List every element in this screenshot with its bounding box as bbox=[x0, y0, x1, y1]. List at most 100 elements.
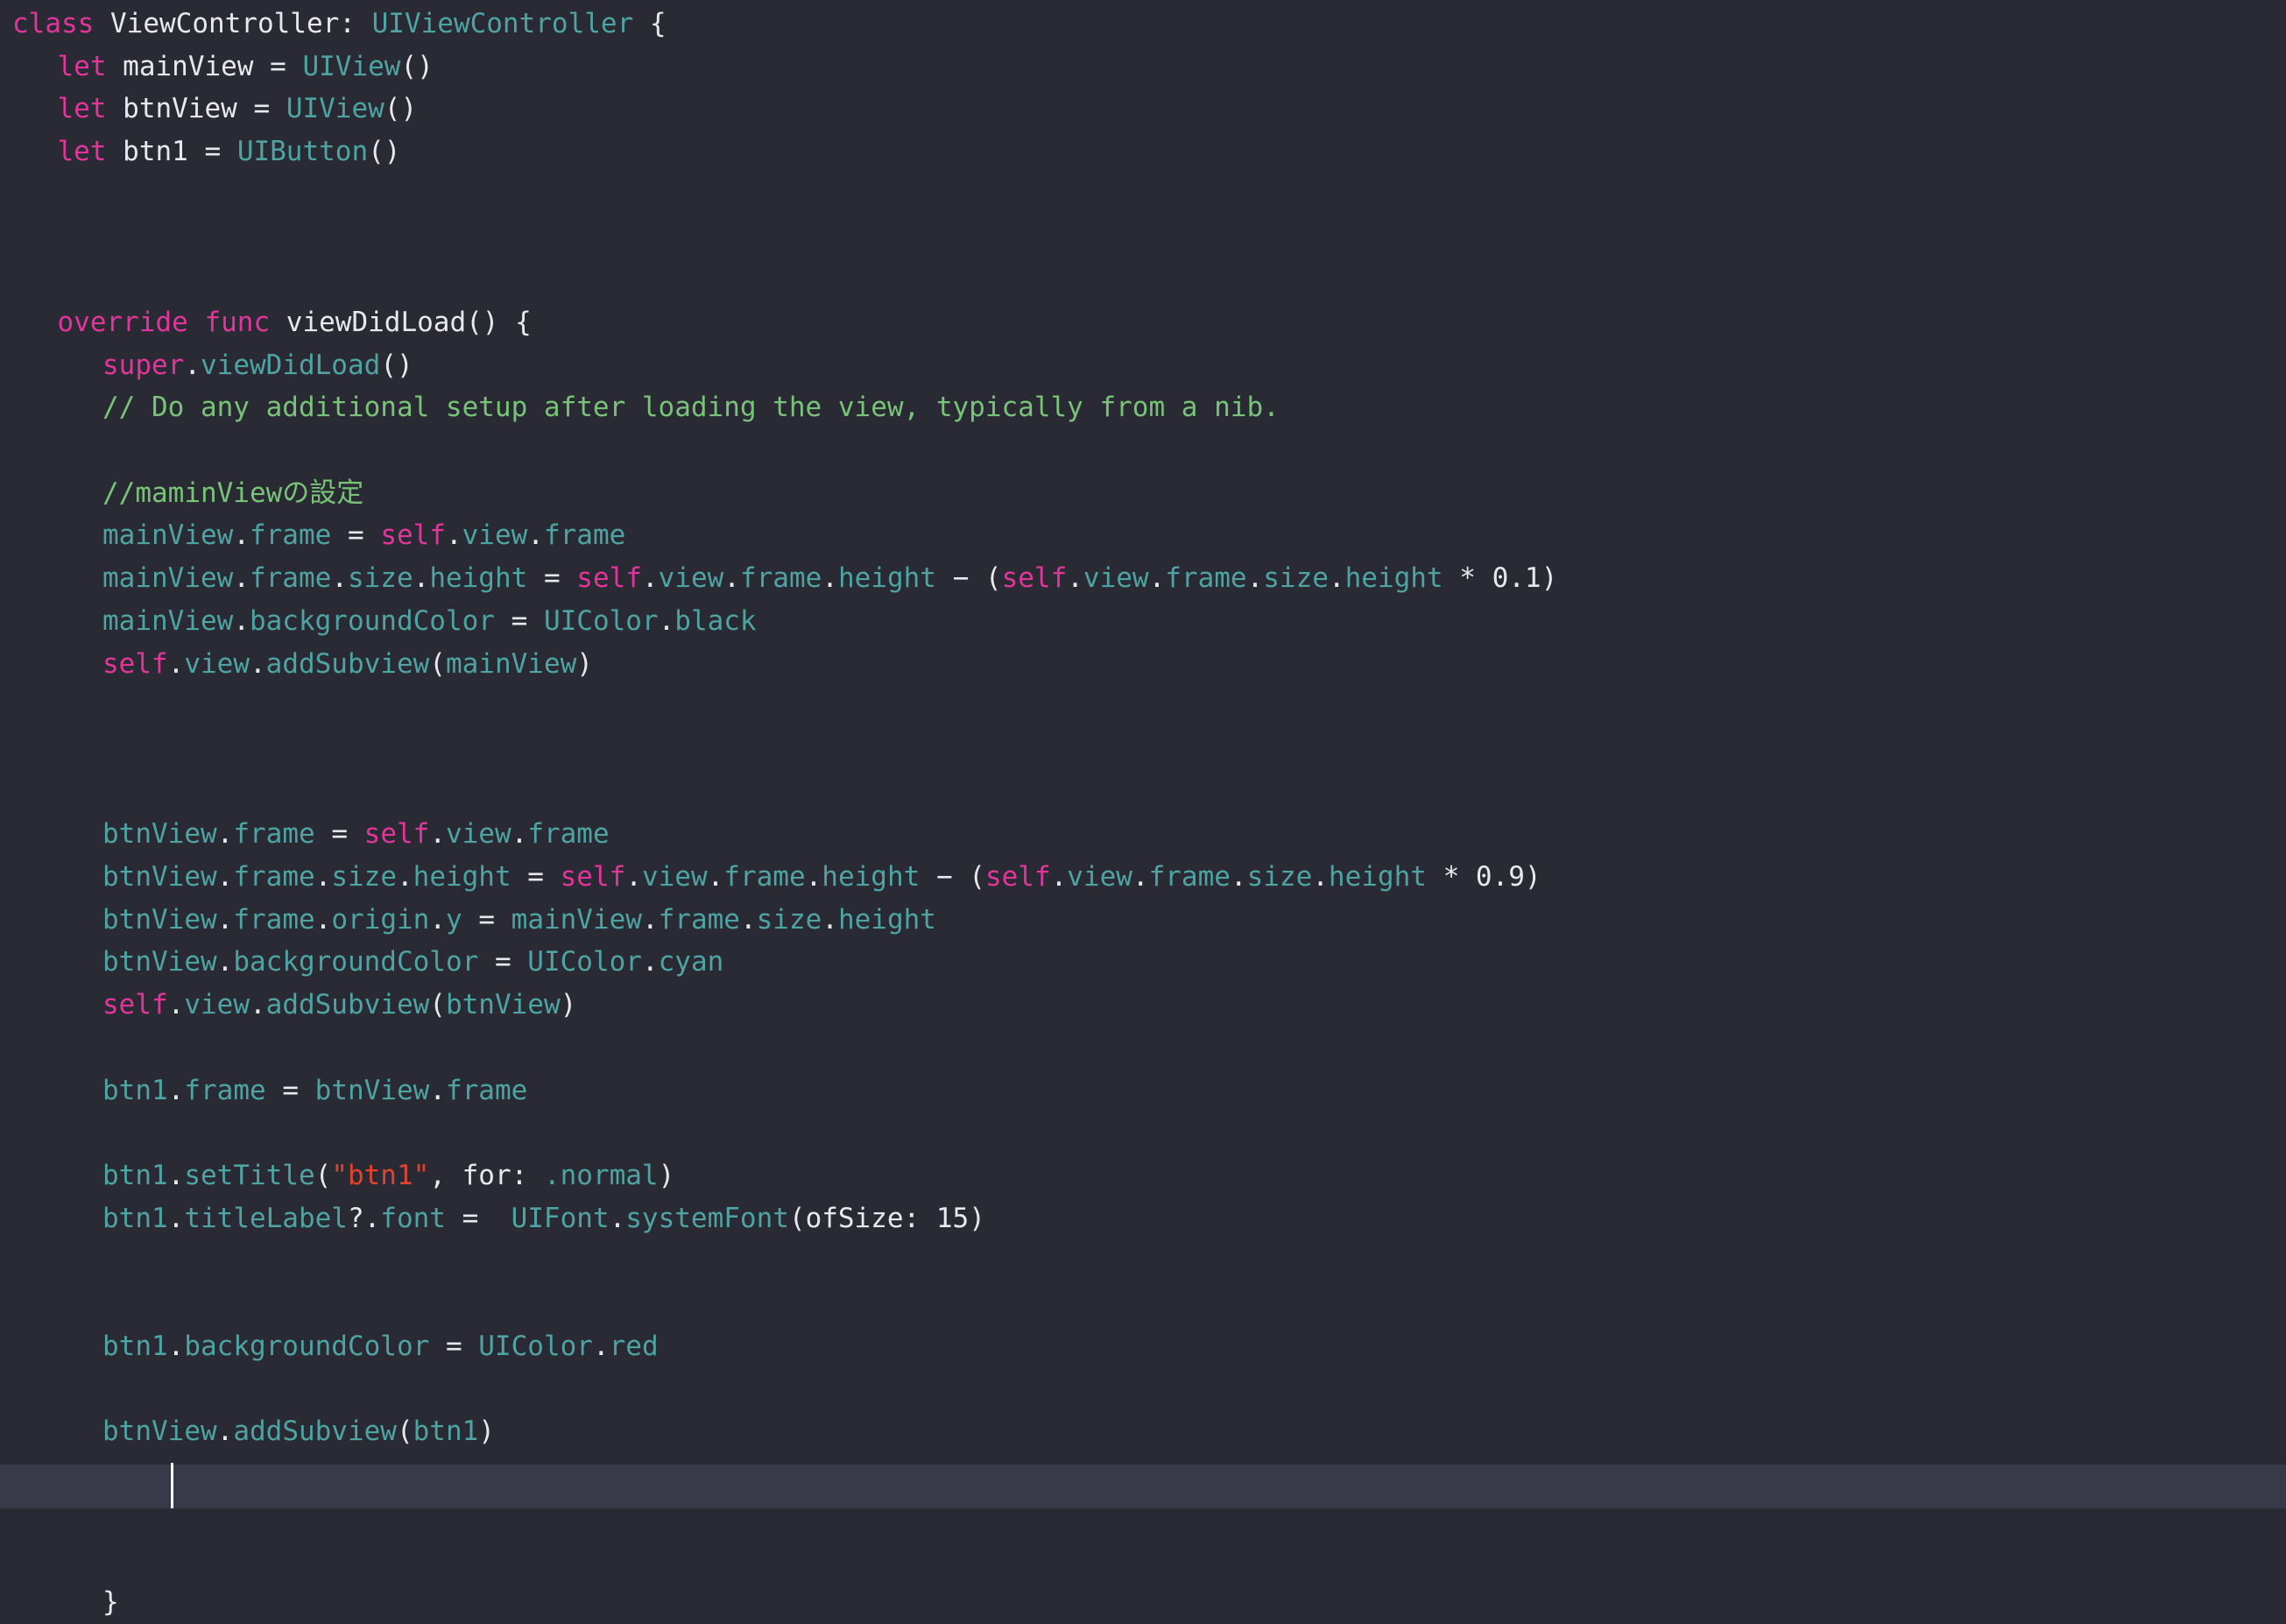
code-token-plain: . bbox=[167, 1159, 185, 1191]
code-token-plain: − ( bbox=[920, 861, 985, 893]
code-token-plain: = bbox=[204, 136, 237, 168]
code-token-ident: frame bbox=[184, 1074, 266, 1106]
code-token-ident: view bbox=[184, 647, 250, 680]
code-token-ident: btn1 bbox=[413, 1416, 479, 1448]
code-token-kw: super bbox=[102, 349, 185, 381]
code-token-ident: btnView bbox=[102, 1416, 217, 1448]
code-token-plain: . bbox=[249, 989, 266, 1021]
code-token-plain: viewDidLoad() { bbox=[270, 306, 532, 338]
code-token-plain: . bbox=[167, 647, 185, 680]
code-text-layer[interactable]: class ViewController: UIViewController {… bbox=[0, 0, 2286, 1618]
code-token-plain: . bbox=[511, 818, 528, 851]
code-line[interactable]: btn1.setTitle("btn1", for: .normal) bbox=[102, 1154, 674, 1197]
code-token-plain: = bbox=[314, 818, 364, 851]
code-token-ident: view bbox=[462, 519, 528, 552]
code-token-plain: . bbox=[1246, 562, 1264, 595]
code-token-ident: height bbox=[1328, 861, 1427, 893]
code-line[interactable]: mainView.backgroundColor = UIColor.black bbox=[102, 600, 757, 643]
code-token-plain: } bbox=[102, 1585, 119, 1618]
code-line[interactable]: btn1.frame = btnView.frame bbox=[102, 1070, 527, 1112]
code-token-plain: . bbox=[184, 349, 201, 381]
code-token-num: 0.1 bbox=[1492, 562, 1542, 595]
code-token-plain: = bbox=[265, 1074, 315, 1106]
code-line[interactable]: override func viewDidLoad() { bbox=[58, 301, 532, 344]
code-token-plain: . bbox=[822, 903, 838, 936]
code-line[interactable]: btnView.frame = self.view.frame bbox=[102, 813, 610, 856]
code-token-plain: () bbox=[380, 349, 413, 381]
code-token-plain: . bbox=[314, 903, 332, 936]
code-token-ident: size bbox=[1246, 861, 1313, 893]
code-token-ident: backgroundColor bbox=[233, 946, 479, 978]
code-token-plain: . bbox=[641, 946, 659, 978]
code-editor[interactable]: class ViewController: UIViewController {… bbox=[0, 0, 2286, 1618]
code-line[interactable]: btnView.frame.origin.y = mainView.frame.… bbox=[102, 899, 936, 942]
code-line[interactable]: mainView.frame.size.height = self.view.f… bbox=[102, 557, 1557, 600]
code-token-kw: class bbox=[12, 8, 95, 39]
code-token-plain: = bbox=[478, 946, 528, 978]
code-line[interactable]: class ViewController: UIViewController { bbox=[12, 3, 667, 46]
code-line[interactable]: let btn1 = UIButton() bbox=[58, 131, 401, 173]
code-token-plain: . bbox=[249, 647, 266, 680]
code-token-ident: frame bbox=[527, 818, 610, 851]
code-token-plain: () bbox=[400, 50, 434, 82]
code-line[interactable]: super.viewDidLoad() bbox=[102, 344, 413, 387]
code-token-plain: ) bbox=[478, 1416, 495, 1448]
code-token-ident: btn1 bbox=[102, 1330, 168, 1362]
code-token-plain: . bbox=[216, 946, 234, 978]
code-token-plain: . bbox=[1312, 861, 1329, 893]
code-token-plain: * bbox=[1426, 861, 1476, 893]
code-token-plain: . bbox=[658, 604, 675, 637]
code-line[interactable]: let btnView = UIView() bbox=[58, 88, 418, 131]
code-token-plain: ) bbox=[1541, 562, 1558, 595]
code-token-ident: btn1 bbox=[102, 1074, 168, 1106]
code-token-plain: = bbox=[429, 1330, 479, 1362]
code-token-ident: y bbox=[445, 903, 462, 936]
code-token-ident: backgroundColor bbox=[184, 1330, 430, 1362]
code-token-type: UIFont bbox=[511, 1202, 610, 1234]
code-token-plain: . bbox=[641, 903, 659, 936]
code-line[interactable]: let mainView = UIView() bbox=[58, 46, 434, 88]
code-token-type: UIColor bbox=[478, 1330, 593, 1362]
code-line[interactable]: mainView.frame = self.view.frame bbox=[102, 514, 625, 557]
code-token-ident: height bbox=[1344, 562, 1443, 595]
code-line[interactable]: // Do any additional setup after loading… bbox=[102, 386, 1280, 429]
code-token-ident: frame bbox=[1148, 861, 1231, 893]
code-token-plain: . bbox=[429, 903, 446, 936]
code-token-plain: . bbox=[641, 562, 659, 595]
code-line[interactable]: } bbox=[102, 1581, 119, 1624]
code-token-plain: = bbox=[494, 604, 544, 637]
code-line[interactable]: btnView.frame.size.height = self.view.fr… bbox=[102, 856, 1542, 899]
code-token-ident: frame bbox=[543, 519, 626, 552]
code-token-ident: size bbox=[756, 903, 822, 936]
code-token-ident: btnView bbox=[102, 861, 217, 893]
code-line[interactable]: //maminViewの設定 bbox=[102, 472, 363, 515]
code-token-plain: () bbox=[384, 93, 418, 125]
code-token-plain: . bbox=[233, 519, 250, 552]
code-token-plain: . bbox=[739, 903, 757, 936]
code-token-ident: frame bbox=[249, 562, 332, 595]
code-line[interactable]: btn1.titleLabel?.font = UIFont.systemFon… bbox=[102, 1197, 985, 1240]
code-token-plain: () bbox=[368, 136, 401, 168]
code-token-plain: * bbox=[1443, 562, 1492, 595]
code-token-ident: size bbox=[347, 562, 413, 595]
code-token-kw: self bbox=[102, 989, 168, 1021]
code-line[interactable]: btn1.backgroundColor = UIColor.red bbox=[102, 1325, 659, 1368]
code-line[interactable]: self.view.addSubview(mainView) bbox=[102, 643, 593, 686]
code-line[interactable]: btnView.addSubview(btn1) bbox=[102, 1410, 495, 1453]
code-token-ident: view bbox=[1067, 861, 1132, 893]
code-line[interactable]: self.view.addSubview(btnView) bbox=[102, 984, 576, 1027]
code-token-plain: . bbox=[1230, 861, 1247, 893]
code-token-kw: let bbox=[57, 93, 107, 125]
code-token-plain: . bbox=[1132, 861, 1149, 893]
code-token-plain: . bbox=[167, 1202, 185, 1234]
code-token-plain: : bbox=[339, 8, 372, 39]
code-token-ident: view bbox=[641, 861, 708, 893]
code-token-plain: . bbox=[216, 903, 234, 936]
code-token-plain: . bbox=[822, 562, 838, 595]
code-token-plain: . bbox=[216, 818, 234, 851]
code-token-plain: . bbox=[1148, 562, 1166, 595]
code-token-ident: addSubview bbox=[233, 1416, 397, 1448]
code-token-kw: self bbox=[576, 562, 642, 595]
code-line[interactable]: btnView.backgroundColor = UIColor.cyan bbox=[102, 941, 723, 984]
